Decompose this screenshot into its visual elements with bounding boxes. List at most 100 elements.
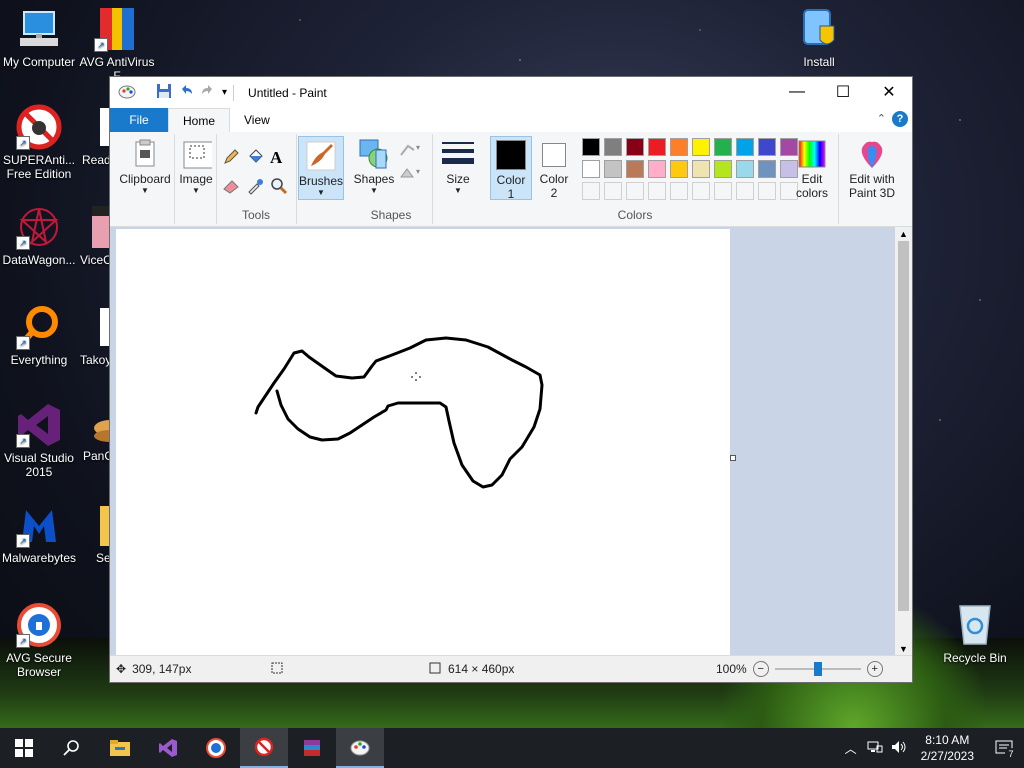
desktop-icon-read[interactable]: Read [72,104,112,167]
palette-color-swatch[interactable] [582,160,600,178]
palette-custom-slot[interactable] [604,182,622,200]
pencil-icon[interactable] [222,148,246,169]
canvas-workspace[interactable] [110,227,903,656]
desktop-icon-everything[interactable]: ↗ Everything [0,304,78,367]
desktop-icon-visual-studio[interactable]: ↗ Visual Studio 2015 [0,402,78,479]
help-icon[interactable]: ? [892,111,908,127]
fill-bucket-icon[interactable] [246,148,270,169]
magnifier-icon[interactable] [270,177,294,198]
zoom-slider[interactable] [774,662,861,676]
clock[interactable]: 8:10 AM 2/27/2023 [911,732,984,764]
undo-icon[interactable] [178,83,194,102]
network-icon[interactable] [863,740,887,757]
palette-custom-slot[interactable] [626,182,644,200]
taskbar-file-explorer[interactable] [96,728,144,768]
palette-custom-slot[interactable] [736,182,754,200]
desktop-icon-label: SUPERAnti... [2,153,76,167]
palette-color-swatch[interactable] [626,138,644,156]
color1-number: 1 [507,187,515,201]
tab-home[interactable]: Home [168,108,231,132]
palette-custom-slot[interactable] [670,182,688,200]
title-bar[interactable]: ▾ Untitled - Paint — ☐ ✕ [110,77,912,108]
size-button[interactable]: Size ▼ [436,138,480,195]
canvas-resize-handle[interactable] [730,455,736,461]
desktop-icon-malwarebytes[interactable]: ↗ Malwarebytes [0,502,78,565]
start-button[interactable] [0,728,48,768]
brushes-button[interactable]: Brushes ▼ [298,136,344,200]
desktop-icon-recycle-bin[interactable]: Recycle Bin [936,602,1014,665]
paint-app-icon[interactable] [118,83,136,102]
eraser-icon[interactable] [222,177,246,198]
tab-view[interactable]: View [230,108,284,132]
desktop-icon-my-computer[interactable]: My Computer [0,6,78,69]
palette-color-swatch[interactable] [626,160,644,178]
taskbar-visual-studio[interactable] [144,728,192,768]
tools-group: A Tools [216,134,297,224]
minimize-button[interactable]: — [774,77,820,107]
palette-color-swatch[interactable] [758,160,776,178]
color2-button[interactable]: Color 2 [534,136,574,200]
save-icon[interactable] [156,83,172,102]
palette-custom-slot[interactable] [648,182,666,200]
collapse-ribbon-icon[interactable]: ⌃ [877,112,886,125]
close-button[interactable]: ✕ [866,77,912,107]
palette-color-swatch[interactable] [736,138,754,156]
palette-color-swatch[interactable] [582,138,600,156]
desktop-icon-vicec[interactable]: ViceC [78,204,110,267]
outline-icon[interactable]: ▾ [398,140,424,161]
desktop-icon-superantispyware[interactable]: ↗ SUPERAnti... Free Edition [0,104,78,181]
taskbar-winrar[interactable] [288,728,336,768]
customize-qa-chevron-icon[interactable]: ▾ [222,87,227,98]
palette-custom-slot[interactable] [714,182,732,200]
desktop-icon-takoy[interactable]: Takoy [78,304,110,367]
desktop-icon-panc[interactable]: PanC [80,414,110,463]
palette-color-swatch[interactable] [648,160,666,178]
taskbar-paint[interactable] [336,728,384,768]
palette-color-swatch[interactable] [692,138,710,156]
text-tool-icon[interactable]: A [270,148,294,169]
volume-icon[interactable] [887,740,911,757]
scrollbar-thumb[interactable] [898,241,909,611]
image-button[interactable]: Image ▼ [176,138,216,195]
desktop-icon-avg-antivirus[interactable]: ↗ AVG AntiVirus F [78,6,156,83]
fill-icon[interactable]: ▾ [398,164,424,185]
palette-color-swatch[interactable] [714,138,732,156]
action-center-button[interactable]: 7 [984,728,1024,768]
desktop-icon-install[interactable]: Install [780,6,858,69]
zoom-out-button[interactable]: − [752,661,769,677]
palette-color-swatch[interactable] [692,160,710,178]
palette-color-swatch[interactable] [648,138,666,156]
desktop-icon-folder-se[interactable]: Se [80,506,110,565]
palette-custom-slot[interactable] [758,182,776,200]
edit-colors-button[interactable]: Edit colors [790,138,834,200]
scroll-up-icon[interactable]: ▲ [895,227,912,241]
palette-custom-slot[interactable] [582,182,600,200]
maximize-button[interactable]: ☐ [820,77,866,107]
palette-color-swatch[interactable] [670,160,688,178]
palette-color-swatch[interactable] [758,138,776,156]
vertical-scrollbar[interactable]: ▲ ▼ [895,227,912,656]
edit-with-paint3d-button[interactable]: Edit with Paint 3D [842,138,902,200]
search-button[interactable] [48,728,96,768]
clipboard-button[interactable]: Clipboard ▼ [118,138,172,195]
desktop-icon-datawagon[interactable]: ↗ DataWagon... [0,204,78,267]
zoom-slider-thumb[interactable] [813,662,822,676]
color1-button[interactable]: Color 1 [490,136,532,201]
scroll-down-icon[interactable]: ▼ [895,642,912,656]
palette-color-swatch[interactable] [736,160,754,178]
zoom-in-button[interactable]: + [866,661,883,677]
color-picker-icon[interactable] [246,177,270,198]
redo-icon[interactable] [200,83,216,102]
tab-file[interactable]: File [110,108,168,132]
desktop-icon-avg-secure-browser[interactable]: ↗ AVG Secure Browser [0,602,78,679]
palette-custom-slot[interactable] [692,182,710,200]
palette-color-swatch[interactable] [604,160,622,178]
show-hidden-icons-chevron-icon[interactable]: ︿ [839,740,863,757]
taskbar-avg-browser[interactable] [192,728,240,768]
palette-color-swatch[interactable] [604,138,622,156]
drawing-canvas[interactable] [116,229,730,656]
taskbar-superantispyware[interactable] [240,728,288,768]
palette-color-swatch[interactable] [670,138,688,156]
shapes-button[interactable]: Shapes ▼ [352,138,396,195]
palette-color-swatch[interactable] [714,160,732,178]
